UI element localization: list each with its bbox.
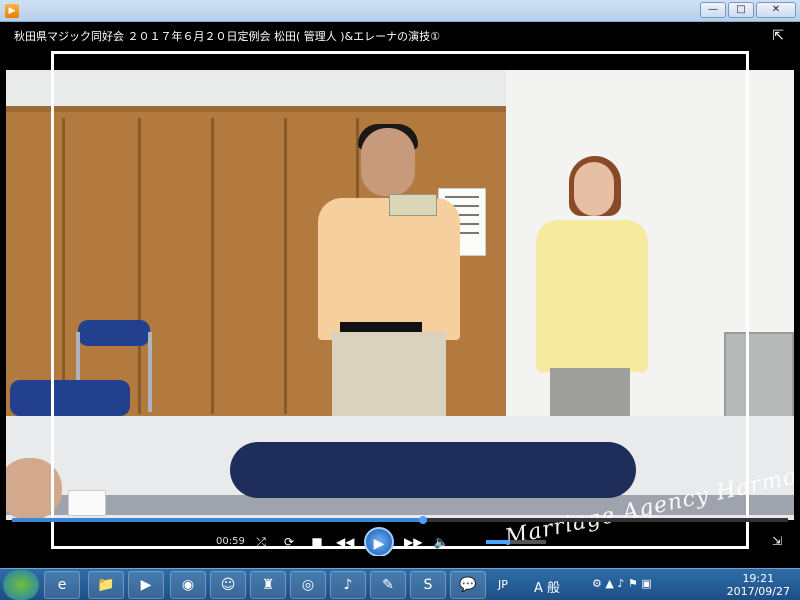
video-player[interactable]: 秋田県マジック同好会 ２０１７年６月２０日定例会 松田( 管理人 )&エレーナの… [6, 22, 794, 556]
app-icon[interactable]: ♪ [330, 571, 366, 599]
minimize-button[interactable]: — [700, 2, 726, 18]
video-title: 秋田県マジック同好会 ２０１７年６月２０日定例会 松田( 管理人 )&エレーナの… [14, 30, 441, 43]
skype-icon[interactable]: S [410, 571, 446, 599]
app-icon[interactable]: ☺ [210, 571, 246, 599]
belt [340, 322, 422, 332]
woman-head [574, 162, 614, 216]
tray-icons[interactable]: ⚙ ▲ ♪ ⚑ ▣ [592, 577, 652, 590]
video-frame [6, 70, 794, 520]
woman-blouse [536, 220, 648, 372]
ie-icon[interactable]: e [44, 571, 80, 599]
seek-progress [12, 518, 424, 522]
ime-mode[interactable]: A 般 [534, 577, 560, 596]
side-table [724, 332, 794, 422]
white-box [68, 490, 106, 516]
previous-icon[interactable]: ◀◀ [336, 535, 354, 549]
banknote [389, 194, 437, 216]
seek-handle[interactable] [419, 516, 428, 524]
explorer-icon[interactable]: 📁 [88, 571, 124, 599]
clock-time: 19:21 [742, 572, 775, 585]
man-shirt [318, 198, 460, 340]
volume-slider[interactable] [486, 540, 546, 544]
paint-icon[interactable]: ✎ [370, 571, 406, 599]
language-indicator[interactable]: JP [498, 578, 508, 591]
app-icon[interactable]: ◎ [290, 571, 326, 599]
switch-to-library-icon[interactable]: ⇲ [772, 534, 782, 548]
man-pants [332, 332, 446, 422]
shuffle-icon[interactable]: ⤮ [252, 535, 270, 550]
chat-icon[interactable]: 💬 [450, 571, 486, 599]
app-icon[interactable]: ◉ [170, 571, 206, 599]
elapsed-time: 00:59 [216, 536, 245, 547]
hand [6, 458, 62, 520]
stop-icon[interactable]: ■ [308, 535, 326, 549]
window-controls: — □ ✕ [700, 2, 796, 18]
media-player-icon: ▶ [5, 4, 19, 18]
volume-level [486, 540, 510, 544]
clock-date: 2017/09/27 [726, 585, 790, 598]
taskbar-clock[interactable]: 19:21 2017/09/27 [727, 572, 790, 598]
window-titlebar: ▶ — □ ✕ [0, 0, 800, 22]
start-button[interactable] [3, 570, 39, 600]
fullscreen-icon[interactable]: ⇱ [772, 28, 784, 44]
taskbar: e 📁 ▶ ◉ ☺ ♜ ◎ ♪ ✎ S 💬 JP A 般 ⚙ ▲ ♪ ⚑ ▣ 1… [0, 568, 800, 600]
repeat-icon[interactable]: ⟳ [280, 535, 298, 549]
volume-icon[interactable]: 🔈 [432, 535, 450, 549]
close-up-mat [230, 442, 636, 498]
seek-bar[interactable] [12, 516, 788, 524]
man-head [361, 128, 415, 196]
chair [10, 380, 130, 416]
chair [78, 320, 150, 346]
close-button[interactable]: ✕ [756, 2, 796, 18]
app-icon[interactable]: ♜ [250, 571, 286, 599]
play-button[interactable]: ▶ [364, 527, 394, 556]
next-icon[interactable]: ▶▶ [404, 535, 422, 549]
media-player-taskbar-icon[interactable]: ▶ [128, 571, 164, 599]
maximize-button[interactable]: □ [728, 2, 754, 18]
